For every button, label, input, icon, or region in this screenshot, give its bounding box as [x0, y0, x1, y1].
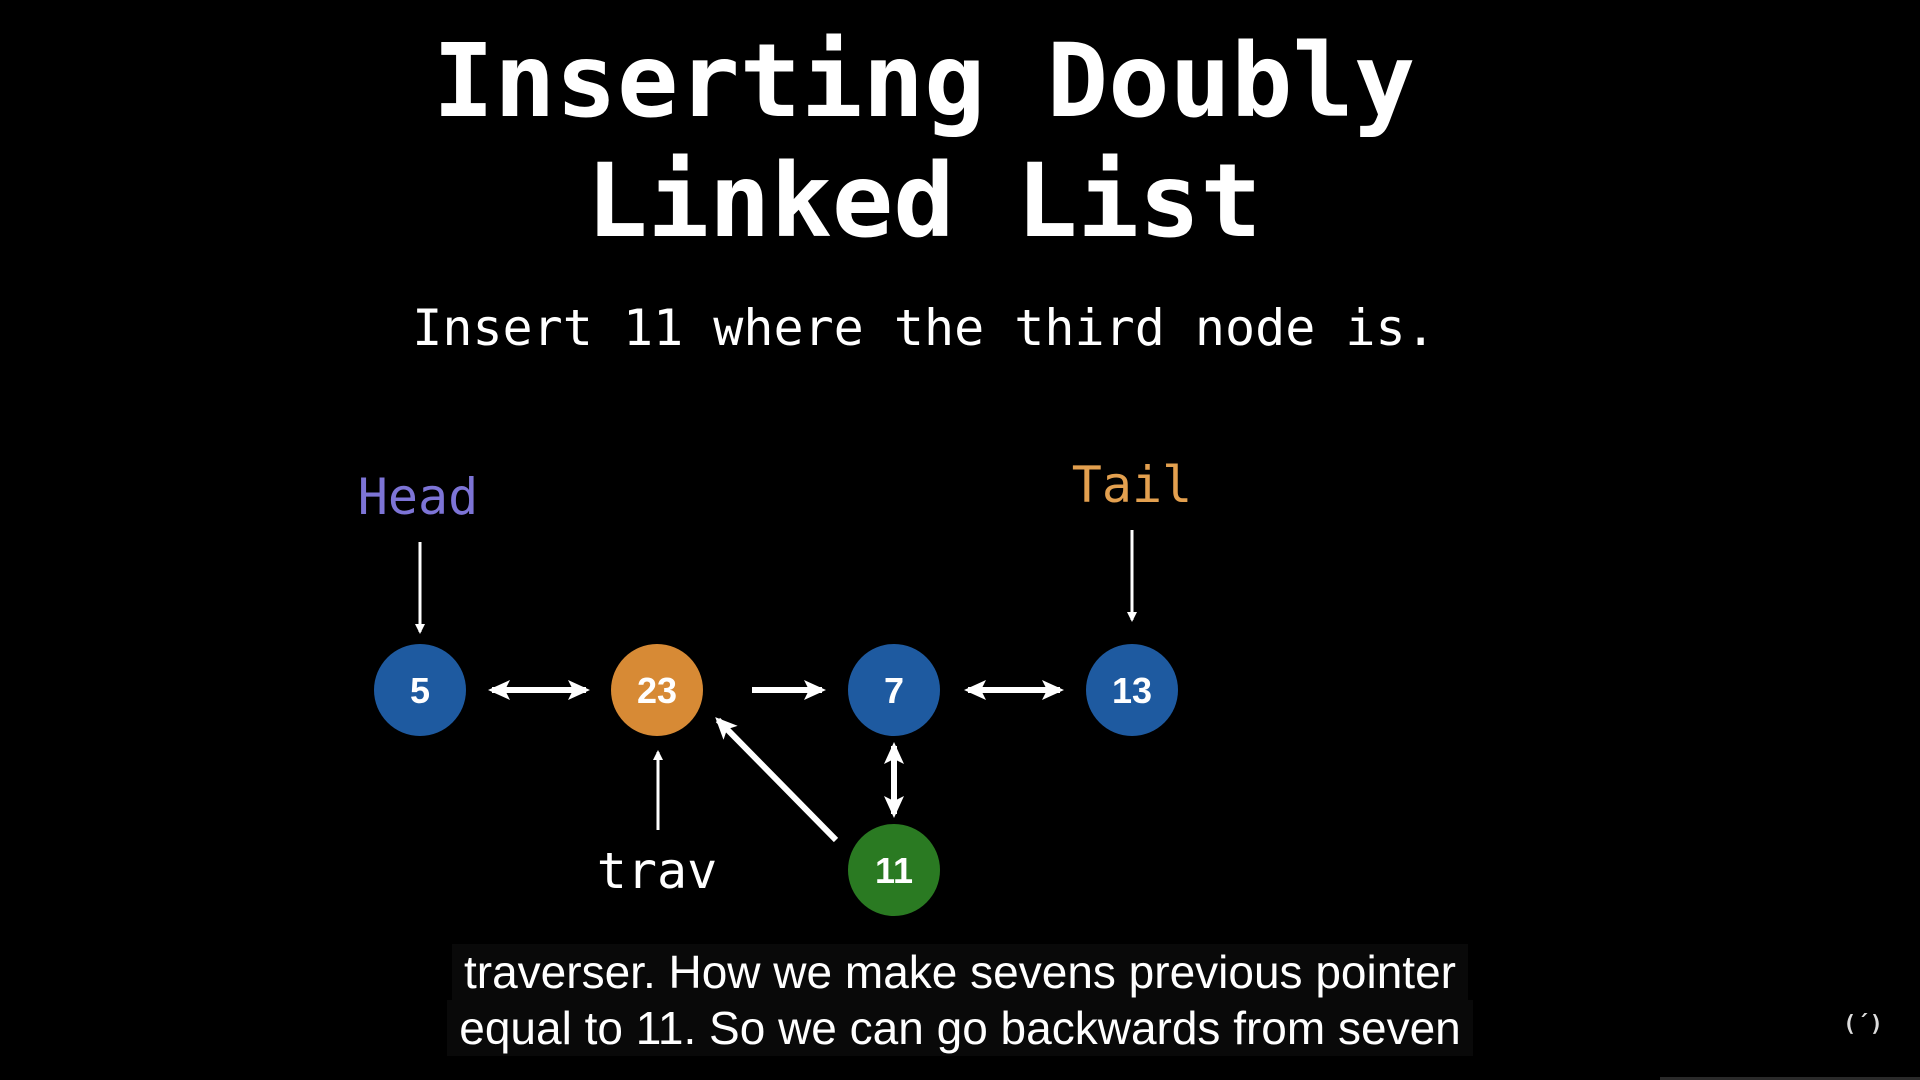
node-5: 5 [374, 644, 466, 736]
logo-glyph: (´) [1843, 1012, 1883, 1037]
node-23-value: 23 [637, 670, 677, 711]
node-7: 7 [848, 644, 940, 736]
caption-line-1: traverser. How we make sevens previous p… [452, 944, 1468, 1000]
node-13: 13 [1086, 644, 1178, 736]
node-5-value: 5 [410, 670, 430, 711]
caption-line-2: equal to 11. So we can go backwards from… [447, 1000, 1473, 1056]
link-11-23-arrow [715, 717, 839, 843]
freecodecamp-logo-icon[interactable]: (´) [1840, 1012, 1886, 1052]
node-13-value: 13 [1112, 670, 1152, 711]
trav-label: trav [597, 842, 717, 900]
node-7-value: 7 [884, 670, 904, 711]
node-11-value: 11 [875, 850, 913, 891]
linked-list-diagram: Head Tail trav 5 23 7 13 11 [358, 456, 1192, 916]
head-label: Head [358, 468, 478, 526]
node-23: 23 [611, 644, 703, 736]
subtitle-captions: traverser. How we make sevens previous p… [0, 944, 1920, 1056]
tail-label: Tail [1072, 456, 1192, 514]
node-11: 11 [848, 824, 940, 916]
